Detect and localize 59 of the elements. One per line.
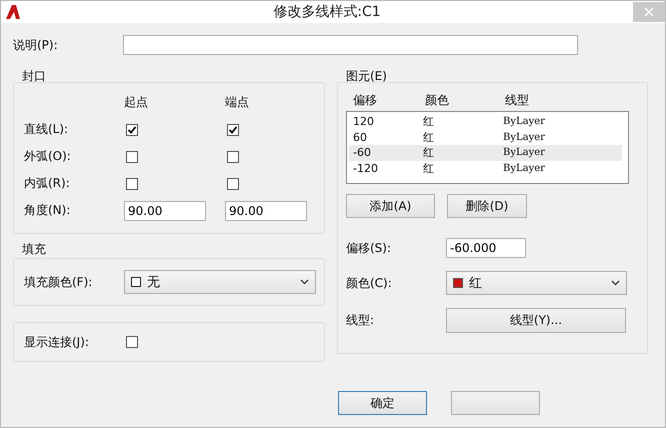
column-header: 颜色 [425,92,449,108]
list-row[interactable]: -60 红 ByLayer [349,145,622,160]
field-label: 偏移(S): [346,240,392,256]
row-label: 内弧(R): [24,175,70,192]
offset-cell-text: -120 [353,162,379,175]
checkbox[interactable] [126,336,138,348]
linetype-cell-text: ByLayer [503,162,546,174]
column-header: 起点 [124,94,148,111]
checkbox[interactable] [126,124,138,136]
linetype-button[interactable]: 线型(Y)... [446,308,626,333]
row-label: 直线(L): [24,121,68,138]
fill-color-dropdown[interactable]: 无 [124,270,316,294]
swatch-icon [453,278,463,288]
color-cell-text: 红 [423,160,435,176]
checkbox[interactable] [126,150,138,162]
field-label: 颜色(C): [346,274,392,292]
color-cell-text: 红 [423,145,435,160]
group-title: 图元(E) [345,69,387,83]
checkbox[interactable] [227,178,239,190]
chevron-icon [300,279,309,285]
checkbox[interactable] [227,150,239,162]
list-row[interactable]: 120 红 ByLayer [349,114,622,130]
angle-field[interactable]: 90.00 [225,200,307,220]
offset-cell-text: 120 [353,115,375,128]
app-logo-icon [5,4,21,20]
dialog-button[interactable]: 确定 [338,391,427,415]
swatch-icon [131,277,141,287]
group-title: 填充 [21,242,46,256]
description-field[interactable] [123,35,578,55]
list-row[interactable]: -120 红 ByLayer [349,160,622,176]
field-label: 线型: [346,312,374,329]
row-label: 外弧(O): [24,148,71,165]
field-label: 填充颜色(F): [24,274,94,290]
add-button[interactable]: 添加(A) [346,194,435,218]
column-header: 偏移 [353,92,377,108]
close-icon [644,7,654,17]
offset-field[interactable]: -60.000 [446,238,526,258]
delete-button[interactable]: 删除(D) [447,194,527,218]
linetype-cell-text: ByLayer [503,116,546,128]
field-label: 显示连接(J): [24,334,90,350]
window-title: 修改多线样式:C1 [272,3,382,21]
chevron-icon [611,280,620,286]
checkbox[interactable] [227,124,239,136]
row-label: 角度(N): [24,202,70,219]
color-cell-text: 红 [423,130,435,145]
checkbox[interactable] [126,178,138,190]
offset-cell-text: -60 [353,146,372,160]
linetype-cell-text: ByLayer [503,132,546,143]
column-header: 端点 [225,94,249,111]
field-label: 说明(P): [13,36,58,54]
offset-cell-text: 60 [353,130,368,144]
angle-field[interactable]: 90.00 [124,200,206,220]
list-row[interactable]: 60 红 ByLayer [349,130,622,145]
element-list[interactable]: 120 红 ByLayer 60 红 ByLayer -60 红 ByLayer -120 红 ByLayer [346,111,629,184]
group-title: 封口 [21,69,46,83]
color-dropdown[interactable]: 红 [446,271,627,295]
color-cell-text: 红 [423,114,435,130]
column-header: 线型 [505,92,529,108]
linetype-cell-text: ByLayer [503,147,546,158]
